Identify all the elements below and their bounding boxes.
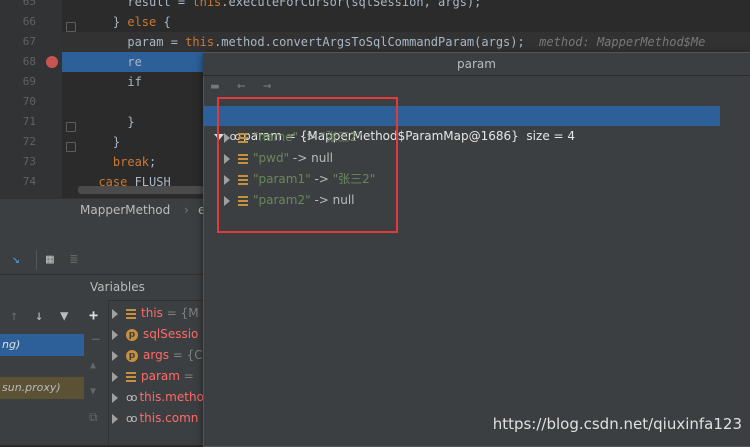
line-number: 66 [22, 15, 36, 28]
run-to-cursor-icon[interactable]: ↘ [12, 252, 20, 267]
code-line: if [84, 72, 142, 92]
move-down-icon[interactable]: ▼ [90, 386, 96, 397]
code-pre: } [84, 115, 135, 129]
toolbar-divider [36, 250, 37, 270]
expand-arrow-icon[interactable] [112, 329, 118, 340]
remove-watch-icon[interactable]: − [91, 330, 100, 348]
folder-icon[interactable]: ▬ [211, 79, 219, 94]
watch-glasses-icon: oo [126, 391, 138, 404]
watch-glasses-icon: oo [126, 412, 138, 425]
popup-scrollbar[interactable] [720, 106, 750, 126]
editor-horizontal-scrollbar[interactable] [78, 186, 204, 194]
variable-name: sqlSessio [143, 327, 199, 341]
variable-name: args [143, 348, 169, 362]
fold-marker-icon[interactable] [66, 22, 76, 32]
trace-icon[interactable]: ≣ [70, 252, 78, 267]
code-pre: re [84, 55, 142, 69]
code-kw: break [112, 155, 150, 169]
line-number: 71 [22, 115, 36, 128]
breakpoint-icon[interactable] [46, 56, 58, 68]
code-line: param = this.method.convertArgsToSqlComm… [84, 32, 705, 52]
code-pre: param = [84, 35, 186, 49]
variable-name: param [141, 369, 180, 383]
expand-arrow-icon[interactable] [112, 371, 118, 382]
frame-label: sun.proxy) [2, 381, 61, 394]
variable-value: = {C [168, 348, 203, 362]
add-watch-icon[interactable]: + [89, 306, 98, 324]
line-number: 70 [22, 95, 36, 108]
line-number: 69 [22, 75, 36, 88]
variable-value: = {M [162, 306, 199, 320]
code-line: re [84, 52, 142, 72]
code-pre: result = [84, 0, 193, 9]
code-kw: else [127, 15, 157, 29]
field-icon [126, 308, 136, 319]
code-pre [84, 155, 113, 169]
copy-icon[interactable]: ⧉ [89, 410, 98, 425]
variable-value: = [179, 369, 194, 383]
breadcrumb-separator-icon: › [184, 203, 189, 217]
watermark: https://blog.csdn.net/qiuxinfa123 [492, 415, 742, 433]
highlight-annotation-box [217, 97, 398, 233]
expand-arrow-icon[interactable] [112, 308, 118, 319]
variable-row[interactable]: p args = {C [112, 345, 203, 366]
line-number: 65 [22, 0, 36, 8]
code-line: break; [84, 152, 156, 172]
variable-row[interactable]: oo this.comn [112, 408, 198, 429]
frame-up-icon[interactable]: ↑ [10, 308, 18, 324]
code-line: } else { [84, 12, 171, 32]
frame-item-selected[interactable]: ng) [0, 334, 84, 356]
variable-row[interactable]: param = [112, 366, 194, 387]
expand-arrow-icon[interactable] [112, 413, 118, 424]
code-post: { [156, 15, 171, 29]
variables-side-toolbar: + − ▲ ▼ ⧉ [84, 300, 109, 445]
code-line: } [84, 132, 120, 152]
variable-row[interactable]: oo this.metho [112, 387, 204, 408]
field-icon [126, 371, 136, 382]
popup-title: param [203, 53, 750, 76]
tab-variables[interactable]: Variables [90, 280, 145, 294]
frame-label: ng) [2, 338, 21, 351]
move-up-icon[interactable]: ▲ [90, 360, 96, 371]
code-post: .method.convertArgsToSqlCommandParam(arg… [214, 35, 525, 49]
variable-name: this [141, 306, 163, 320]
code-kw: this [192, 0, 222, 9]
line-number: 73 [22, 155, 36, 168]
code-post: ; [149, 155, 157, 169]
code-hint: method: MapperMethod$Me [524, 35, 706, 49]
variable-name: this.metho [139, 390, 204, 404]
line-number: 72 [22, 135, 36, 148]
expand-arrow-icon[interactable] [112, 350, 118, 361]
evaluate-expression-icon[interactable]: ▦ [46, 252, 54, 267]
frames-list: ↑ ↓ ▼ [0, 300, 85, 445]
forward-arrow-icon[interactable]: → [263, 78, 271, 94]
frame-item[interactable]: sun.proxy) [0, 377, 84, 399]
line-number: 68 [22, 55, 36, 68]
line-number: 67 [22, 35, 36, 48]
back-arrow-icon[interactable]: ← [237, 78, 245, 94]
breadcrumb-item-class[interactable]: MapperMethod [80, 203, 170, 217]
code-line: } [84, 112, 135, 132]
variable-name: this.comn [139, 411, 199, 425]
code-kw: this [185, 35, 215, 49]
expand-arrow-icon[interactable] [112, 392, 118, 403]
code-pre: } [84, 135, 121, 149]
parameter-icon: p [126, 349, 138, 362]
variable-row[interactable]: this = {M [112, 303, 199, 324]
fold-marker-icon[interactable] [66, 142, 76, 152]
line-number: 74 [22, 175, 36, 188]
parameter-icon: p [126, 328, 138, 341]
frame-down-icon[interactable]: ↓ [35, 308, 43, 324]
fold-marker-icon[interactable] [66, 122, 76, 132]
code-post: .executeForCursor(sqlSession, args); [221, 0, 482, 9]
filter-icon[interactable]: ▼ [60, 308, 68, 324]
variable-row[interactable]: p sqlSessio [112, 324, 198, 345]
code-line: result = this.executeForCursor(sqlSessio… [84, 0, 481, 12]
code-pre: if [84, 75, 142, 89]
code-pre: } [84, 15, 128, 29]
